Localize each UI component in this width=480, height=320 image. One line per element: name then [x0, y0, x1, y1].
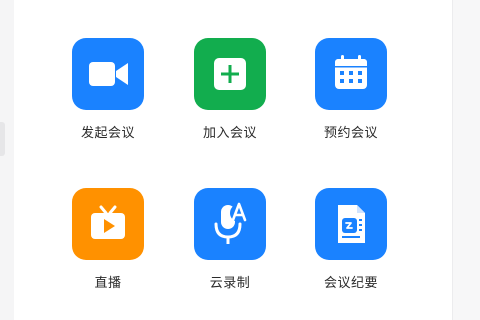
calendar-icon — [315, 38, 387, 110]
live-stream-label: 直播 — [94, 276, 122, 291]
tv-play-icon — [72, 188, 144, 260]
meeting-notes-button[interactable]: 会议纪要 — [295, 188, 405, 308]
cloud-recording-button[interactable]: 云录制 — [174, 188, 284, 308]
start-meeting-label: 发起会议 — [80, 126, 135, 141]
meeting-notes-icon — [315, 188, 387, 260]
plus-icon — [194, 38, 266, 110]
schedule-meeting-label: 预约会议 — [323, 126, 378, 141]
start-meeting-button[interactable]: 发起会议 — [52, 38, 162, 158]
live-stream-button[interactable]: 直播 — [52, 188, 162, 308]
left-sidebar-edge — [0, 0, 14, 320]
video-camera-icon — [72, 38, 144, 110]
sidebar-collapse-handle[interactable] — [0, 122, 5, 156]
schedule-meeting-button[interactable]: 预约会议 — [295, 38, 405, 158]
join-meeting-label: 加入会议 — [202, 126, 257, 141]
meeting-notes-label: 会议纪要 — [323, 276, 378, 291]
quick-actions-panel: 发起会议 加入会议 预约会议 直播 云录制 会议纪要 — [14, 0, 452, 320]
cloud-recording-label: 云录制 — [209, 276, 251, 291]
mic-transcribe-icon — [194, 188, 266, 260]
right-panel-edge — [452, 0, 480, 320]
join-meeting-button[interactable]: 加入会议 — [174, 38, 284, 158]
